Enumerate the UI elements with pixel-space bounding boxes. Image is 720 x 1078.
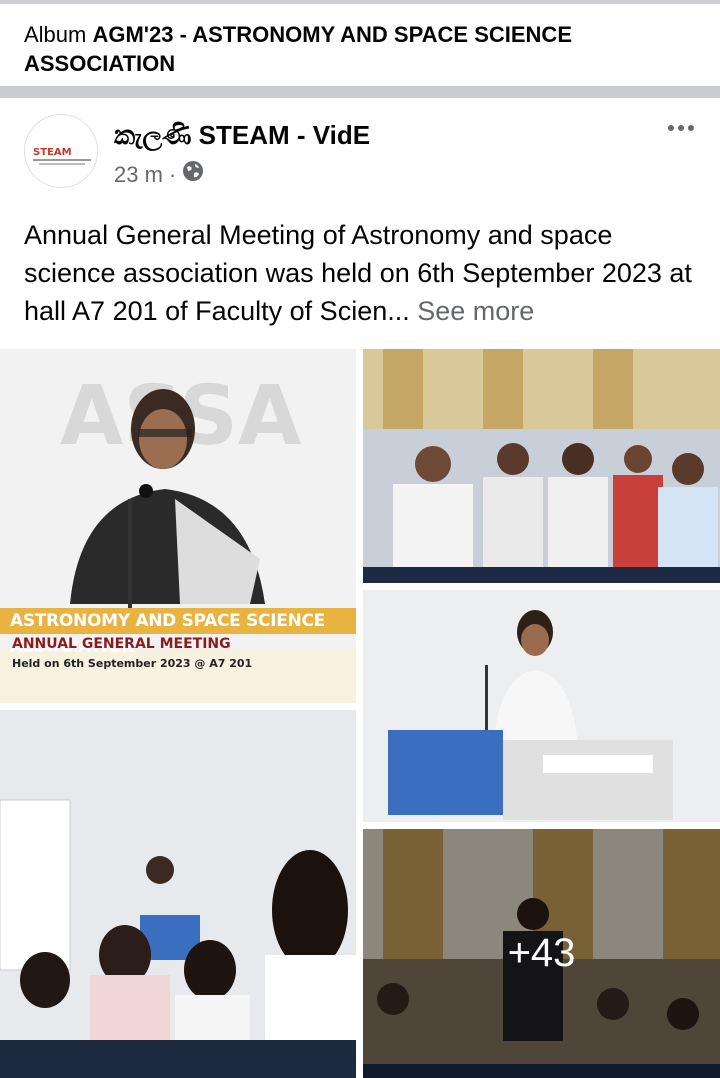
post-meta: 23 m ·: [114, 160, 204, 190]
photo-poster[interactable]: ASSA ASTRONOMY AND SPACE SCIENCE ASSOCIA…: [0, 349, 356, 703]
poster-title: ASTRONOMY AND SPACE SCIENCE ASSOCIATION: [0, 608, 356, 657]
globe-icon[interactable]: [182, 160, 204, 190]
photo-audience-rear[interactable]: [0, 710, 356, 1078]
post-text: Annual General Meeting of Astronomy and …: [24, 216, 696, 330]
more-dot-icon: [688, 125, 694, 131]
post-header: STEAM කැලණි STEAM - VidE 23 m ·: [0, 98, 720, 208]
post-body: Annual General Meeting of Astronomy and …: [24, 220, 692, 326]
album-header[interactable]: Album AGM'23 - ASTRONOMY AND SPACE SCIEN…: [0, 4, 720, 86]
more-dot-icon: [668, 125, 674, 131]
page-name[interactable]: කැලණි STEAM - VidE: [114, 118, 370, 152]
poster-date: Held on 6th September 2023 @ A7 201: [12, 657, 253, 670]
album-name[interactable]: AGM'23 - ASTRONOMY AND SPACE SCIENCE ASS…: [24, 22, 572, 76]
photo-audience[interactable]: [363, 349, 720, 583]
page-avatar[interactable]: STEAM: [24, 114, 98, 188]
album-prefix: Album: [24, 22, 87, 47]
more-photos-overlay[interactable]: +43: [363, 829, 720, 1078]
more-options-button[interactable]: [664, 114, 698, 142]
meta-dot: ·: [168, 162, 177, 187]
see-more-link[interactable]: See more: [417, 296, 534, 326]
poster-subtitle: ANNUAL GENERAL MEETING: [12, 636, 231, 652]
section-divider: [0, 86, 720, 98]
photo-speaker-podium[interactable]: [363, 590, 720, 822]
more-dot-icon: [678, 125, 684, 131]
post-time[interactable]: 23 m: [114, 160, 163, 190]
svg-text:STEAM: STEAM: [33, 147, 72, 158]
